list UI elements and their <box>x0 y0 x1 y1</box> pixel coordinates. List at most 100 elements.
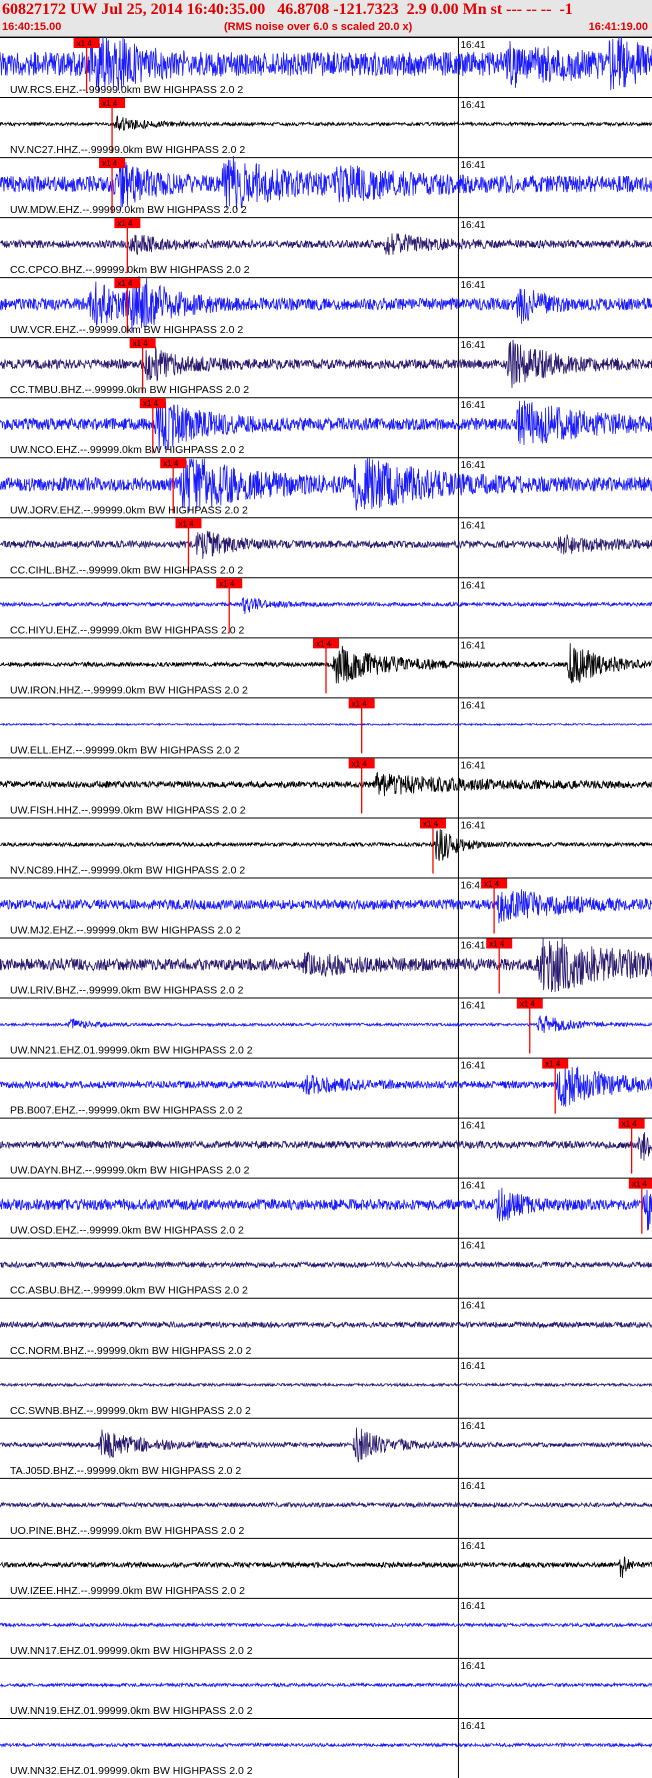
minute-tick-label: 16:41 <box>460 1541 485 1552</box>
end-time: 16:41:19.00 <box>588 21 648 33</box>
waveform <box>0 771 652 797</box>
trace-label: CC.CPCO.BHZ.--.99999.0km BW HIGHPASS 2.0… <box>10 264 250 276</box>
trace-label: UW.NN19.EHZ.01.99999.0km BW HIGHPASS 2.0… <box>10 1705 253 1717</box>
trace-row: 16:41 UW.IZEE.HHZ.--.99999.0km BW HIGHPAS… <box>0 1537 652 1598</box>
pick-label: x1 4 <box>102 99 118 108</box>
trace-label: UW.NN21.EHZ.01.99999.0km BW HIGHPASS 2.0… <box>10 1045 253 1057</box>
waveform <box>0 115 652 131</box>
trace-row: 16:41 x1 4 CC.CIHL.BHZ.--.99999.0km BW HIG… <box>0 517 652 578</box>
trace-row: 16:41 CC.ASBU.BHZ.--.99999.0km BW HIGHPAS… <box>0 1237 652 1298</box>
trace-label: UW.NN17.EHZ.01.99999.0km BW HIGHPASS 2.0… <box>10 1645 253 1657</box>
pick-label: x1 4 <box>117 279 133 288</box>
trace-label: CC.ASBU.BHZ.--.99999.0km BW HIGHPASS 2.0… <box>10 1285 248 1297</box>
trace-label: UW.IZEE.HHZ.--.99999.0km BW HIGHPASS 2.0… <box>10 1585 245 1597</box>
waveform <box>0 400 652 450</box>
pick-label: x1 4 <box>520 1000 536 1009</box>
header-bar: 60827172 UW Jul 25, 2014 16:40:35.00 46.… <box>0 0 652 37</box>
minute-tick-label: 16:41 <box>460 1181 485 1192</box>
minute-tick-label: 16:41 <box>460 1361 485 1372</box>
waveform <box>0 1741 652 1749</box>
trace-label: CC.CIHL.BHZ.--.99999.0km BW HIGHPASS 2.0… <box>10 564 243 576</box>
trace-row: 16:41 CC.NORM.BHZ.--.99999.0km BW HIGHPAS… <box>0 1297 652 1358</box>
trace-label: UW.DAYN.BHZ.--.99999.0km BW HIGHPASS 2.0… <box>10 1165 250 1177</box>
seismogram-plot: 16:41 x1 4 UW.RCS.EHZ.--.99999.0km BW HIGH… <box>0 37 652 1778</box>
trace-row: 16:41 x1 4 UW.FISH.HHZ.--.99999.0km BW HIG… <box>0 757 652 818</box>
waveform <box>0 233 652 256</box>
minute-tick-label: 16:41 <box>460 1301 485 1312</box>
trace-label: UO.PINE.BHZ.--.99999.0km BW HIGHPASS 2.0… <box>10 1525 245 1537</box>
trace-row: 16:41x1 4UW.MJ2.EHZ.--.99999.0km BW HIGH… <box>0 877 652 938</box>
waveform <box>0 1621 652 1629</box>
event-title: 60827172 UW Jul 25, 2014 16:40:35.00 46.… <box>2 1 573 18</box>
start-time: 16:40:15.00 <box>2 21 62 33</box>
minute-tick-label: 16:41 <box>460 1001 485 1012</box>
pick-label: x1 4 <box>632 1180 648 1189</box>
waveform <box>0 1501 652 1509</box>
trace-group: 16:41 x1 4 UW.RCS.EHZ.--.99999.0km BW HIGH… <box>0 37 652 1778</box>
pick-label: x1 4 <box>352 699 368 708</box>
trace-row: 16:41 x1 4 NV.NC27.HHZ.--.99999.0km BW HIG… <box>0 97 652 158</box>
trace-row: 16:41 x1 4 UW.JORV.EHZ.--.99999.0km BW HIG… <box>0 457 652 518</box>
pick-label: x1 4 <box>163 459 179 468</box>
trace-row: 16:41 x1 4 CC.CPCO.BHZ.--.99999.0km BW HIG… <box>0 217 652 278</box>
waveform <box>0 722 652 727</box>
minute-tick-label: 16:41 <box>460 1121 485 1132</box>
minute-tick-label: 16:41 <box>460 820 485 831</box>
trace-row: 16:41 UW.NN19.EHZ.01.99999.0km BW HIGHPAS… <box>0 1657 652 1718</box>
pick-label: x1 4 <box>545 1060 561 1069</box>
minute-tick-label: 16:41 <box>460 1061 485 1072</box>
minute-tick-label: 16:41 <box>460 460 485 471</box>
trace-label: UW.VCR.EHZ.--.99999.0km BW HIGHPASS 2.0 … <box>10 324 243 336</box>
trace-label: UW.NCO.EHZ.--.99999.0km BW HIGHPASS 2.0 … <box>10 444 245 456</box>
trace-row: 16:41 UW.NN17.EHZ.01.99999.0km BW HIGHPAS… <box>0 1597 652 1658</box>
minute-tick-label: 16:41 <box>460 220 485 231</box>
waveform <box>0 155 652 210</box>
minute-tick-label: 16:41 <box>460 700 485 711</box>
trace-label: CC.TMBU.BHZ.--.99999.0km BW HIGHPASS 2.0… <box>10 384 249 396</box>
waveform <box>0 828 652 861</box>
trace-label: NV.NC89.HHZ.--.99999.0km BW HIGHPASS 2.0… <box>10 864 245 876</box>
waveform <box>0 1556 652 1579</box>
trace-label: CC.SWNB.BHZ.--.99999.0km BW HIGHPASS 2.0… <box>10 1405 251 1417</box>
trace-row: 16:41 x1 4 UW.OSD.EHZ.--.99999.0km BW HIGH… <box>0 1177 652 1238</box>
trace-label: UW.RCS.EHZ.--.99999.0km BW HIGHPASS 2.0 … <box>10 84 243 96</box>
waveform <box>0 1320 652 1329</box>
minute-tick-label: 16:41 <box>460 1241 485 1252</box>
minute-tick-label: 16:41 <box>460 580 485 591</box>
pick-label: x1 4 <box>77 39 93 48</box>
trace-row: 16:41 x1 4 UW.DAYN.BHZ.--.99999.0km BW HIG… <box>0 1117 652 1178</box>
trace-label: PB.B007.EHZ.--.99999.0km BW HIGHPASS 2.0… <box>10 1105 243 1117</box>
trace-row: 16:41 x1 4 UW.ELL.EHZ.--.99999.0km BW HIGH… <box>0 697 652 758</box>
pick-label: x1 4 <box>489 940 505 949</box>
waveform <box>0 1427 652 1463</box>
scaling-note: (RMS noise over 6.0 s scaled 20.0 x) <box>224 21 413 33</box>
trace-row: 16:41 TA.J05D.BHZ.--.99999.0km BW HIGHPAS… <box>0 1417 652 1478</box>
pick-label: x1 4 <box>102 159 118 168</box>
trace-label: UW.NN32.EHZ.01.99999.0km BW HIGHPASS 2.0… <box>10 1765 253 1777</box>
trace-label: TA.J05D.BHZ.--.99999.0km BW HIGHPASS 2.0… <box>10 1465 241 1477</box>
minute-tick-label: 16:41 <box>460 941 485 952</box>
trace-row: 16:41 x1 4 UW.IRON.HHZ.--.99999.0km BW HIG… <box>0 637 652 698</box>
trace-row: 16:41 x1 4 UW.MDW.EHZ.--.99999.0km BW HIGH… <box>0 155 652 218</box>
minute-tick-label: 16:41 <box>460 1721 485 1732</box>
trace-row: 16:41 x1 4 UW.RCS.EHZ.--.99999.0km BW HIGH… <box>0 37 652 98</box>
trace-row: 16:41 UW.NN32.EHZ.01.99999.0km BW HIGHPAS… <box>0 1717 652 1778</box>
minute-tick-label: 16:41 <box>460 340 485 351</box>
trace-label: UW.OSD.EHZ.--.99999.0km BW HIGHPASS 2.0 … <box>10 1225 244 1237</box>
pick-label: x1 4 <box>219 579 235 588</box>
waveform <box>0 597 652 615</box>
waveform <box>0 1132 652 1161</box>
trace-row: 16:41 x1 4 UW.NCO.EHZ.--.99999.0km BW HIGH… <box>0 397 652 458</box>
trace-row: 16:41 CC.SWNB.BHZ.--.99999.0km BW HIGHPAS… <box>0 1357 652 1418</box>
pick-label: x1 4 <box>622 1120 638 1129</box>
trace-label: UW.JORV.EHZ.--.99999.0km BW HIGHPASS 2.0… <box>10 504 248 516</box>
waveform <box>0 1260 652 1269</box>
trace-label: UW.IRON.HHZ.--.99999.0km BW HIGHPASS 2.0… <box>10 684 248 696</box>
pick-label: x1 4 <box>143 399 159 408</box>
minute-tick-label: 16:41 <box>460 1481 485 1492</box>
waveform <box>0 1381 652 1388</box>
minute-tick-label: 16:41 <box>460 280 485 291</box>
trace-label: CC.HIYU.EHZ.--.99999.0km BW HIGHPASS 2.0… <box>10 624 245 636</box>
pick-label: x1 4 <box>133 339 149 348</box>
minute-tick-label: 16:41 <box>460 640 485 651</box>
